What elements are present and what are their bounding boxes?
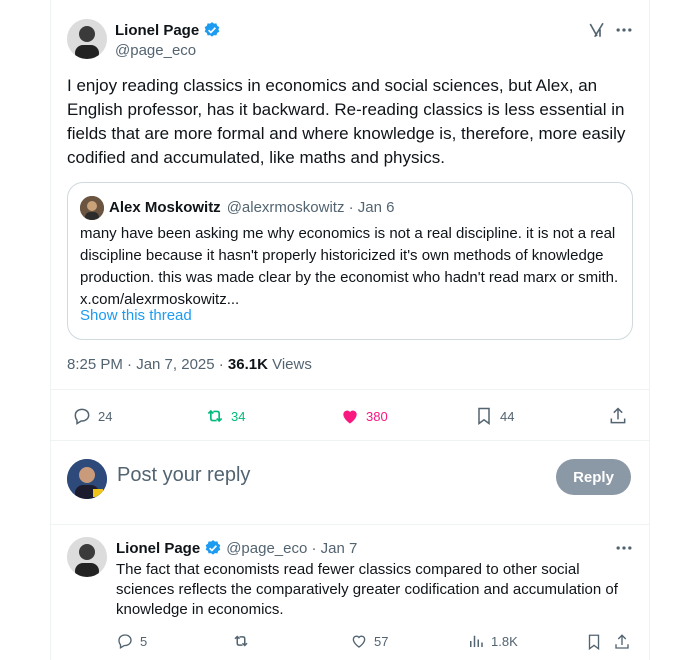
- quoted-author-handle: @alexrmoskowitz · Jan 6: [226, 199, 395, 216]
- reply-button[interactable]: Reply: [556, 459, 631, 495]
- reply-action[interactable]: 24: [72, 406, 112, 426]
- divider: [50, 389, 650, 390]
- reply-author-name[interactable]: Lionel Page: [116, 540, 200, 557]
- views-icon: [470, 635, 483, 647]
- like-icon: [352, 635, 366, 648]
- tweet-meta: 8:25 PM · Jan 7, 2025 · 36.1K Views: [67, 356, 312, 373]
- repost-icon: [234, 635, 248, 647]
- reply-author-handle[interactable]: @page_eco · Jan 7: [226, 540, 357, 557]
- tweet-text: I enjoy reading classics in economics an…: [67, 76, 626, 167]
- bookmark-count: 44: [500, 408, 515, 424]
- repost-action[interactable]: 34: [205, 406, 245, 426]
- like-count: 380: [366, 408, 388, 424]
- tweet-timestamp[interactable]: 8:25 PM · Jan 7, 2025 ·: [67, 356, 228, 373]
- views-count: 36.1K: [227, 356, 268, 373]
- reply-count: 24: [98, 408, 113, 424]
- show-thread-link[interactable]: Show this thread: [80, 307, 192, 324]
- repost-action[interactable]: [232, 632, 250, 650]
- like-action[interactable]: 380: [340, 406, 388, 426]
- quoted-author-name: Alex Moskowitz: [109, 199, 221, 216]
- divider: [50, 524, 650, 525]
- author-handle[interactable]: @page_eco: [115, 42, 196, 59]
- author-avatar[interactable]: [67, 19, 107, 59]
- grok-icon[interactable]: [588, 21, 606, 39]
- quoted-author-avatar: [80, 196, 104, 220]
- bookmark-icon[interactable]: [585, 633, 603, 651]
- quoted-tweet-text: many have been asking me why economics i…: [80, 225, 619, 308]
- quoted-tweet[interactable]: Alex Moskowitz @alexrmoskowitz · Jan 6 m…: [67, 182, 633, 340]
- reply-author-avatar[interactable]: [67, 537, 107, 577]
- more-icon[interactable]: [614, 538, 634, 558]
- share-icon[interactable]: [613, 633, 631, 651]
- bookmark-action[interactable]: 44: [474, 406, 514, 426]
- more-icon[interactable]: [614, 20, 634, 40]
- verified-badge-icon: [205, 540, 221, 555]
- reply-icon: [118, 634, 132, 649]
- reply-icon: [74, 408, 90, 425]
- reply-count: 5: [140, 633, 148, 649]
- author-name[interactable]: Lionel Page: [115, 22, 199, 39]
- repost-count: 34: [231, 408, 246, 424]
- views-label: Views: [267, 356, 312, 373]
- verified-badge-icon: [204, 22, 220, 37]
- current-user-avatar[interactable]: [67, 459, 107, 499]
- like-count: 57: [374, 633, 389, 649]
- repost-icon: [207, 409, 223, 423]
- like-icon: [343, 410, 357, 424]
- reply-action[interactable]: 5: [116, 632, 147, 650]
- like-action[interactable]: 57: [350, 632, 388, 650]
- views-count: 1.8K: [491, 633, 518, 649]
- views-action[interactable]: 1.8K: [467, 632, 518, 650]
- reply-input[interactable]: Post your reply: [117, 464, 250, 487]
- divider: [50, 440, 650, 441]
- bookmark-icon: [478, 407, 490, 425]
- reply-tweet-text: The fact that economists read fewer clas…: [116, 561, 618, 618]
- share-icon[interactable]: [608, 406, 628, 426]
